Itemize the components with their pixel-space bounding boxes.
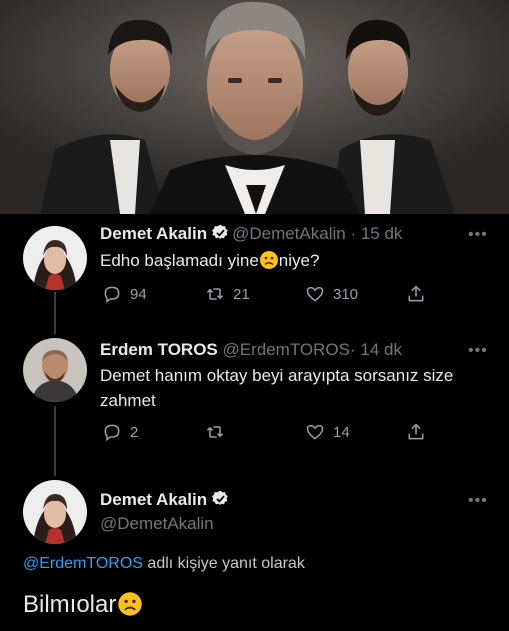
frowning-face-emoji	[117, 591, 143, 617]
reply-icon	[104, 424, 120, 441]
tweet-text: Edho başlamadı yine niye?	[100, 250, 320, 270]
tweet-text: Bilmıolar	[23, 591, 143, 619]
author-handle[interactable]: @DemetAkalin	[100, 514, 214, 533]
share-button[interactable]	[406, 284, 434, 304]
avatar[interactable]	[23, 226, 87, 290]
reply-count: 94	[130, 285, 147, 303]
reply-button[interactable]: 2	[102, 422, 138, 442]
share-button[interactable]	[406, 422, 434, 442]
like-count: 14	[333, 423, 350, 441]
more-icon[interactable]: •••	[468, 492, 488, 510]
avatar[interactable]	[23, 338, 87, 402]
like-icon	[306, 286, 324, 302]
more-icon[interactable]: •••	[468, 226, 488, 244]
retweet-icon	[206, 288, 224, 300]
retweet-button[interactable]: 21	[205, 284, 250, 304]
mention-link[interactable]: @ErdemTOROS	[23, 555, 143, 572]
reply-context: @ErdemTOROS adlı kişiye yanıt olarak	[23, 555, 305, 572]
like-count: 310	[333, 285, 359, 303]
like-button[interactable]: 310	[305, 284, 358, 304]
author-name[interactable]: Erdem TOROS	[100, 340, 218, 359]
author-name[interactable]: Demet Akalin	[100, 490, 207, 509]
thread-connector	[54, 406, 56, 476]
frowning-face-emoji	[259, 250, 279, 270]
like-icon	[306, 424, 324, 440]
author-name[interactable]: Demet Akalin	[100, 224, 207, 243]
author-handle[interactable]: @ErdemTOROS	[223, 340, 350, 359]
verified-badge-icon	[212, 490, 229, 507]
share-icon	[408, 423, 424, 440]
header-photo	[0, 0, 509, 214]
timestamp[interactable]: · 14 dk	[350, 340, 402, 359]
share-icon	[408, 285, 424, 302]
retweet-count: 21	[233, 285, 250, 303]
thread-connector	[54, 292, 56, 334]
verified-badge-icon	[212, 224, 229, 241]
timestamp[interactable]: · 15 dk	[350, 224, 402, 243]
author-handle[interactable]: @DemetAkalin	[232, 224, 346, 243]
avatar[interactable]	[23, 480, 87, 544]
retweet-button[interactable]	[205, 422, 233, 442]
tweet-text: Demet hanım oktay beyi arayıpta sorsanız…	[100, 366, 454, 410]
more-icon[interactable]: •••	[468, 342, 488, 360]
reply-button[interactable]: 94	[102, 284, 147, 304]
reply-icon	[104, 286, 120, 303]
like-button[interactable]: 14	[305, 422, 350, 442]
reply-count: 2	[130, 423, 139, 441]
retweet-icon	[206, 426, 224, 438]
